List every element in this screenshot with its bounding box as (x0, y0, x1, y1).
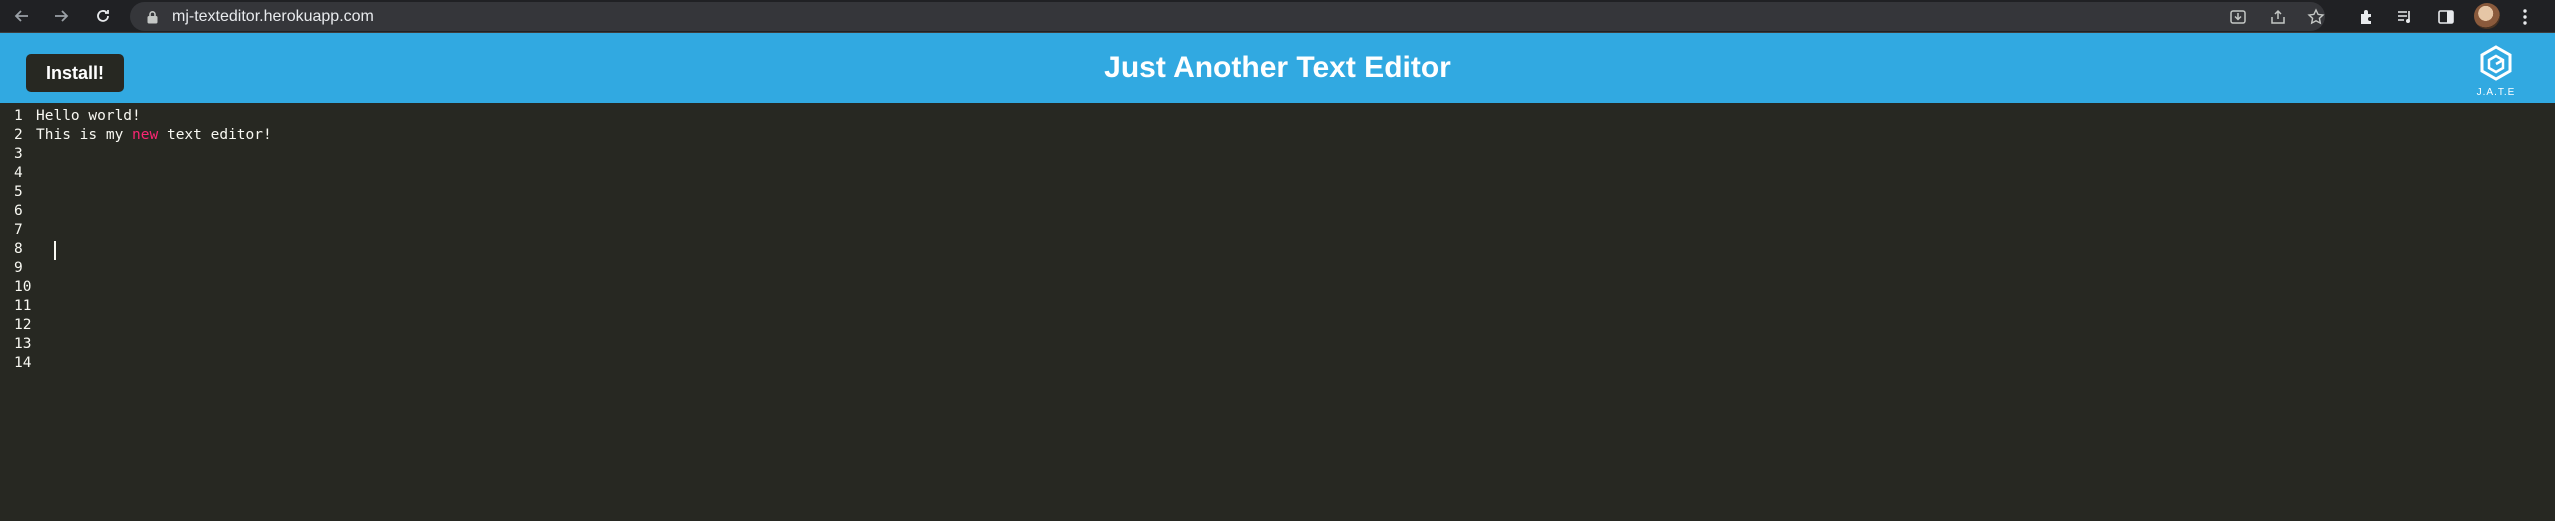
text-token: This is my (36, 127, 133, 143)
text-cursor (54, 241, 56, 260)
jate-logo: J.A.T.E (2468, 43, 2524, 99)
line-number-gutter: 1 2 3 4 5 6 7 8 9 10 11 12 13 14 (0, 107, 32, 373)
line-number: 10 (14, 279, 32, 295)
lock-icon (147, 11, 158, 24)
line-number: 14 (14, 355, 32, 371)
logo-icon (2480, 45, 2512, 81)
address-bar[interactable]: mj-texteditor.herokuapp.com (130, 2, 2325, 31)
url-text[interactable]: mj-texteditor.herokuapp.com (172, 8, 374, 26)
line-number: 11 (14, 298, 32, 314)
side-panel-icon[interactable] (2433, 4, 2459, 30)
line-number: 1 (14, 108, 23, 124)
code-line[interactable]: Hello world! (36, 107, 272, 126)
code-area[interactable]: Hello world! This is my new text editor! (36, 107, 272, 373)
line-number: 13 (14, 336, 32, 352)
code-line[interactable] (36, 183, 272, 202)
code-line[interactable] (36, 259, 272, 278)
app-header: Install! Just Another Text Editor J.A.T.… (0, 33, 2555, 103)
back-arrow-icon[interactable] (10, 4, 34, 28)
logo-text: J.A.T.E (2476, 87, 2516, 98)
line-number: 4 (14, 165, 23, 181)
code-line[interactable] (36, 316, 272, 335)
code-line[interactable] (36, 278, 272, 297)
extensions-puzzle-icon[interactable] (2354, 4, 2380, 30)
code-line[interactable] (36, 145, 272, 164)
code-line[interactable] (36, 354, 272, 373)
menu-kebab-icon[interactable] (2512, 4, 2538, 30)
code-line[interactable] (36, 202, 272, 221)
line-number: 9 (14, 260, 23, 276)
line-number: 3 (14, 146, 23, 162)
keyword-token: new (132, 127, 159, 143)
code-editor[interactable]: 1 2 3 4 5 6 7 8 9 10 11 12 13 14 Hello world! This is … (0, 103, 2555, 521)
code-line[interactable] (36, 221, 272, 240)
line-number: 7 (14, 222, 23, 238)
media-queue-icon[interactable] (2392, 4, 2418, 30)
code-line[interactable] (36, 335, 272, 354)
bookmark-star-icon[interactable] (2305, 6, 2327, 28)
forward-arrow-icon[interactable] (49, 4, 73, 28)
browser-toolbar: mj-texteditor.herokuapp.com (0, 0, 2555, 33)
line-number: 8 (14, 241, 23, 257)
text-token: text editor! (158, 127, 272, 143)
install-app-icon[interactable] (2227, 6, 2249, 28)
line-number: 6 (14, 203, 23, 219)
app-title: Just Another Text Editor (1104, 51, 1451, 84)
code-line[interactable] (36, 164, 272, 183)
profile-avatar[interactable] (2474, 3, 2500, 29)
share-icon[interactable] (2267, 6, 2289, 28)
code-line[interactable] (36, 297, 272, 316)
line-number: 5 (14, 184, 23, 200)
line-number: 2 (14, 127, 23, 143)
code-line[interactable] (36, 240, 272, 259)
line-number: 12 (14, 317, 32, 333)
reload-icon[interactable] (91, 4, 115, 28)
code-line[interactable]: This is my new text editor! (36, 126, 272, 145)
text-token: Hello world! (36, 108, 141, 124)
